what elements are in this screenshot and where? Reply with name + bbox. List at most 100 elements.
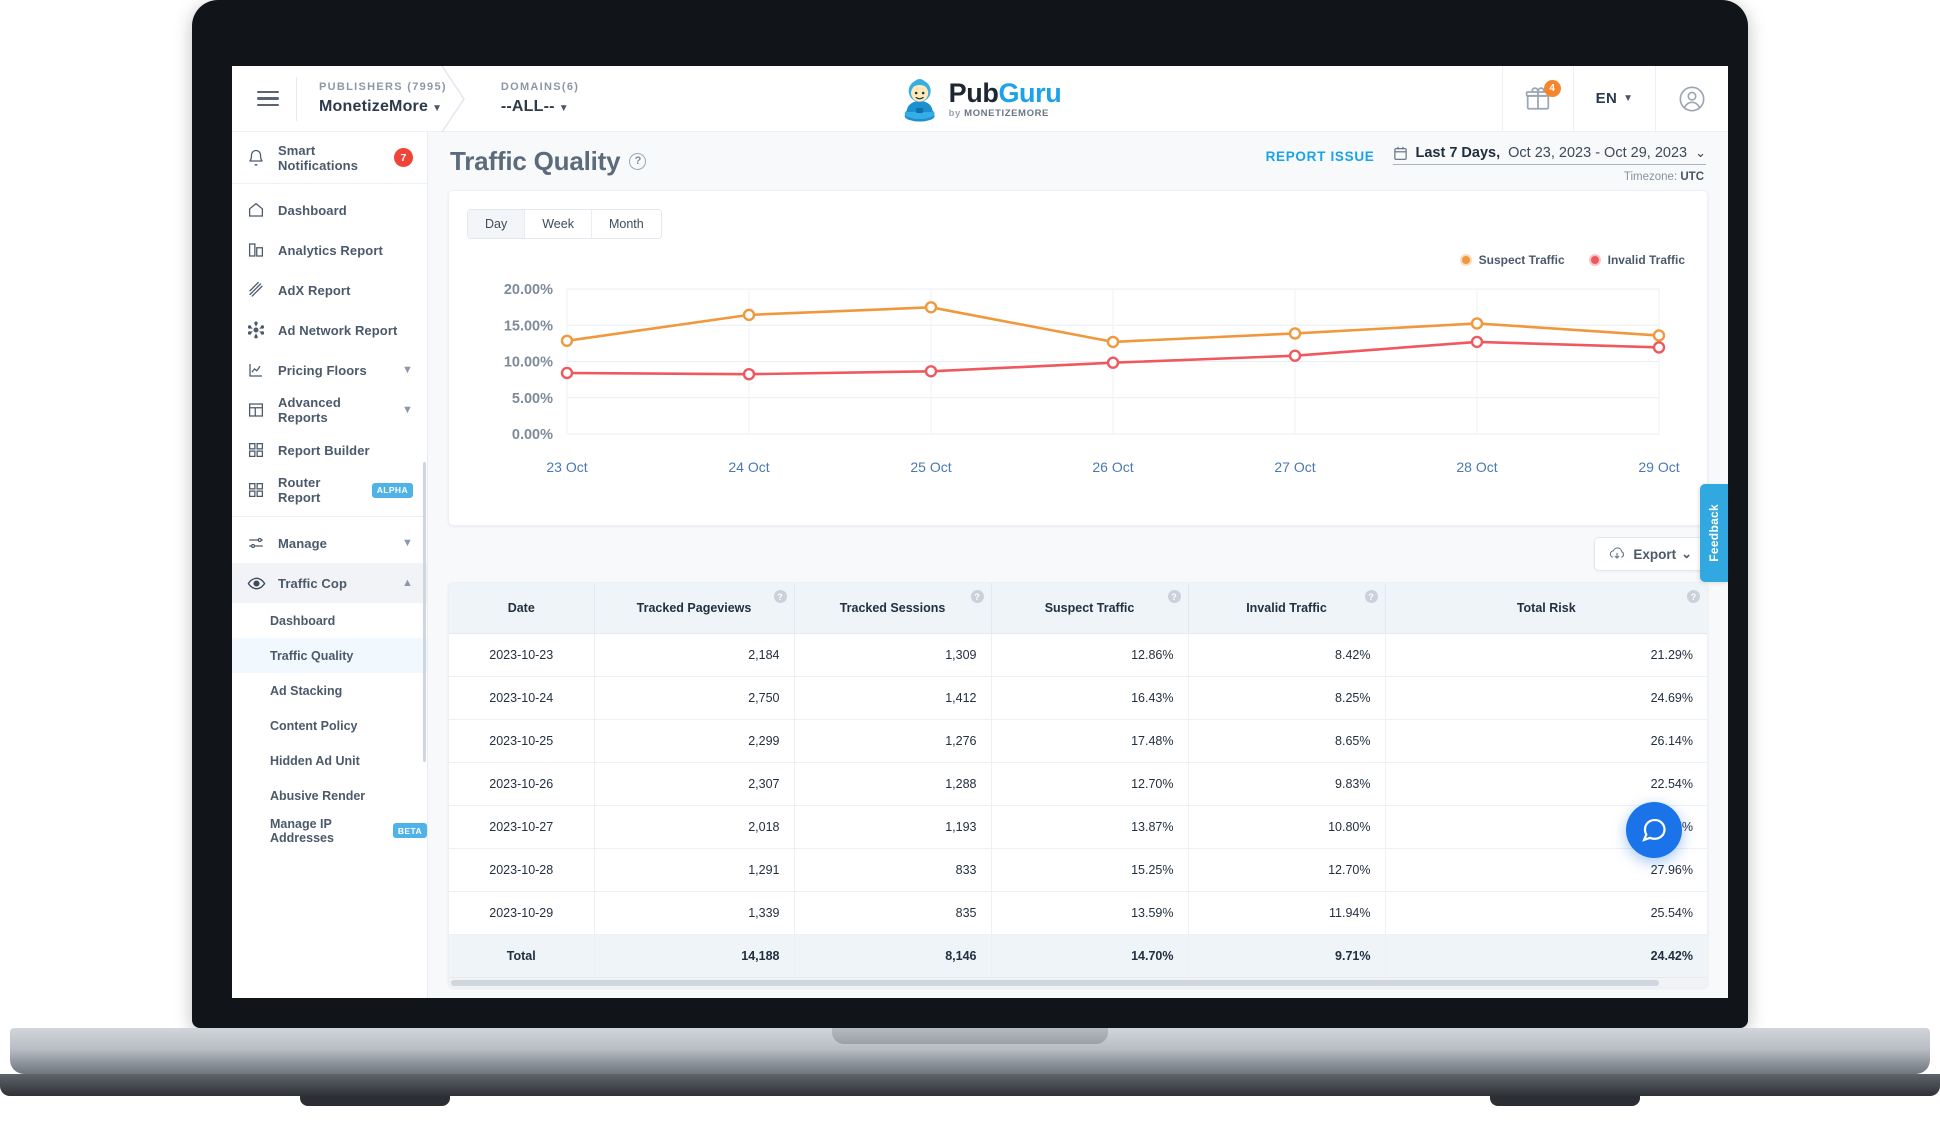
export-button[interactable]: Export ⌄ <box>1594 537 1706 571</box>
col-suspect-traffic-label: Suspect Traffic <box>1044 601 1135 615</box>
chart-data-point[interactable] <box>1470 335 1484 349</box>
sidebar-subitem-label: Hidden Ad Unit <box>270 753 360 768</box>
gift-button[interactable]: 4 <box>1501 66 1573 132</box>
chart-data-point[interactable] <box>560 334 574 347</box>
table-cell: 1,193 <box>794 805 992 849</box>
table-horizontal-scrollbar[interactable] <box>449 977 1707 987</box>
granularity-day[interactable]: Day <box>468 210 526 238</box>
sidebar-item-report-builder[interactable]: Report Builder <box>232 430 427 470</box>
chart-data-point[interactable] <box>742 367 756 381</box>
table-cell: 1,276 <box>794 719 992 763</box>
sidebar-item-smart-notifications[interactable]: Smart Notifications 7 <box>232 132 427 184</box>
sidebar-subitem-ad-stacking[interactable]: Ad Stacking <box>232 673 427 708</box>
help-icon[interactable]: ? <box>1167 590 1181 603</box>
chart-x-tick-label: 26 Oct <box>1092 459 1133 475</box>
table-cell: 24.42% <box>1385 934 1707 977</box>
table-cell: 2,299 <box>594 719 795 763</box>
chevron-down-icon: ▼ <box>402 404 413 416</box>
legend-item-invalid[interactable]: Invalid Traffic <box>1588 253 1685 267</box>
date-range-line[interactable]: Last 7 Days, Oct 23, 2023 - Oct 29, 2023… <box>1392 145 1706 165</box>
sidebar-item-router-report[interactable]: Router Report ALPHA <box>232 470 427 510</box>
hamburger-icon[interactable] <box>240 90 296 107</box>
help-icon[interactable]: ? <box>773 590 787 603</box>
sidebar-item-label: Traffic Cop <box>278 575 347 591</box>
granularity-month[interactable]: Month <box>591 210 661 238</box>
chart-data-point[interactable] <box>1470 317 1484 330</box>
sidebar-subitem-label: Traffic Quality <box>270 648 354 663</box>
col-total-risk[interactable]: Total Risk ? <box>1385 583 1707 634</box>
sidebar-scrollbar[interactable] <box>423 462 426 762</box>
breadcrumb-publishers-value[interactable]: MonetizeMore ▼ <box>319 98 447 116</box>
granularity-week[interactable]: Week <box>525 210 592 238</box>
sidebar-subitem-hidden-ad-unit[interactable]: Hidden Ad Unit <box>232 743 427 778</box>
report-issue-link[interactable]: REPORT ISSUE <box>1266 149 1375 164</box>
date-range-picker[interactable]: Last 7 Days, Oct 23, 2023 - Oct 29, 2023… <box>1392 145 1706 183</box>
bar-chart-icon <box>246 240 266 260</box>
col-tracked-pageviews[interactable]: Tracked Pageviews ? <box>594 583 795 634</box>
sidebar-subitem-abusive-render[interactable]: Abusive Render <box>232 778 427 813</box>
laptop-foot-left <box>300 1096 450 1106</box>
chart-data-point[interactable] <box>1288 327 1302 340</box>
chat-widget-button[interactable] <box>1626 802 1682 858</box>
chart-data-point[interactable] <box>560 366 574 380</box>
bell-icon <box>246 148 266 168</box>
col-suspect-traffic[interactable]: Suspect Traffic ? <box>991 583 1189 634</box>
sidebar-subitem-label: Abusive Render <box>270 788 366 803</box>
chart-data-point[interactable] <box>924 365 938 378</box>
sidebar-item-traffic-cop[interactable]: Traffic Cop ▲ <box>232 563 427 603</box>
chart-data-point[interactable] <box>1106 356 1120 369</box>
sidebar-subitem-label: Ad Stacking <box>270 683 343 698</box>
table-cell: Total <box>449 934 595 977</box>
pubguru-logo[interactable]: PubGuru by MONETIZEMORE <box>899 76 1062 122</box>
table-cell: 8.42% <box>1188 633 1386 677</box>
table-cell: 8.25% <box>1188 676 1386 720</box>
col-date[interactable]: Date <box>449 583 595 634</box>
sidebar-item-dashboard[interactable]: Dashboard <box>232 190 427 230</box>
sidebar-item-manage[interactable]: Manage ▼ <box>232 523 427 563</box>
table-row: 2023-10-28 1,291 833 15.25% 12.70% 27.96% <box>449 848 1707 892</box>
sidebar-subitem-dashboard[interactable]: Dashboard <box>232 603 427 638</box>
table-cell: 13.59% <box>991 891 1189 935</box>
breadcrumb-domains-value[interactable]: --ALL-- ▼ <box>501 98 579 116</box>
chart-data-point[interactable] <box>924 301 938 314</box>
sidebar-item-adx-report[interactable]: AdX Report <box>232 270 427 310</box>
help-icon[interactable]: ? <box>970 590 984 603</box>
chart-data-point[interactable] <box>1288 349 1302 362</box>
sidebar-item-label: Router Report <box>278 475 321 505</box>
col-tracked-sessions[interactable]: Tracked Sessions ? <box>794 583 992 634</box>
table-cell: 2,307 <box>594 762 795 806</box>
table-cell: 8,146 <box>794 934 992 977</box>
language-selector[interactable]: EN ▼ <box>1572 66 1655 132</box>
sidebar-item-analytics-report[interactable]: Analytics Report <box>232 230 427 270</box>
chevron-down-icon: ▼ <box>402 364 413 376</box>
table-cell: 11.94% <box>1188 891 1386 935</box>
chart-y-tick-label: 0.00% <box>512 427 553 443</box>
top-bar: PUBLISHERS (7995) MonetizeMore ▼ DOMAINS(… <box>232 66 1728 132</box>
sidebar-item-ad-network-report[interactable]: Ad Network Report <box>232 310 427 350</box>
help-icon[interactable]: ? <box>1687 590 1700 603</box>
sidebar-subitem-traffic-quality[interactable]: Traffic Quality <box>232 638 427 673</box>
chart-data-point[interactable] <box>1652 329 1666 342</box>
logo-wordmark: PubGuru <box>949 79 1062 107</box>
help-icon[interactable]: ? <box>1364 590 1378 603</box>
sidebar-item-label: Smart Notifications <box>278 142 359 173</box>
sidebar-subitem-content-policy[interactable]: Content Policy <box>232 708 427 743</box>
account-button[interactable] <box>1655 66 1728 132</box>
feedback-tab[interactable]: Feedback <box>1700 484 1728 582</box>
export-label: Export <box>1633 546 1677 562</box>
chart-data-point[interactable] <box>1652 341 1666 354</box>
sidebar-subitem-manage-ip-addresses[interactable]: Manage IP Addresses BETA <box>232 813 427 848</box>
sidebar-item-advanced-reports[interactable]: Advanced Reports ▼ <box>232 390 427 430</box>
sidebar-item-label: Ad Network Report <box>278 322 398 338</box>
chart-data-point[interactable] <box>742 308 756 322</box>
col-invalid-traffic[interactable]: Invalid Traffic ? <box>1188 583 1386 634</box>
table-cell: 14.70% <box>991 934 1189 977</box>
chart-data-point[interactable] <box>1106 335 1120 349</box>
breadcrumb-domains[interactable]: DOMAINS(6) --ALL-- ▼ <box>479 66 597 132</box>
breadcrumb-publishers[interactable]: PUBLISHERS (7995) MonetizeMore ▼ <box>297 66 465 132</box>
sidebar-item-pricing-floors[interactable]: Pricing Floors ▼ <box>232 350 427 390</box>
question-mark-icon[interactable]: ? <box>629 152 647 170</box>
legend-item-suspect[interactable]: Suspect Traffic <box>1459 253 1565 267</box>
home-icon <box>246 200 266 220</box>
traffic-quality-table-card: Date Tracked Pageviews ? Tracked Session… <box>448 582 1708 988</box>
